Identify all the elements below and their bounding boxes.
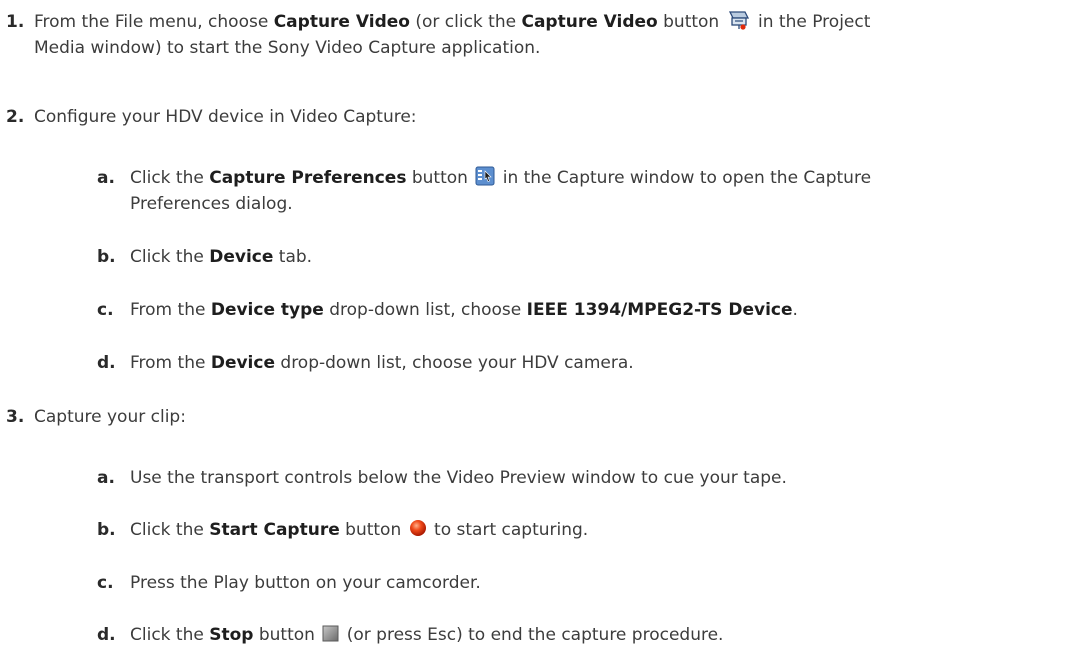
capture-video-icon [728, 11, 749, 30]
text-run: button [339, 520, 407, 540]
text-run: button [406, 168, 474, 188]
text-run: Click the [130, 247, 210, 267]
text-run: in the Capture window to open the Captur… [497, 168, 872, 188]
ui-term-device-option: IEEE 1394/MPEG2-TS Device [526, 300, 793, 320]
text-run: in the Project [752, 12, 871, 32]
substep-letter: a. [97, 168, 115, 188]
ui-term-device-type: Device type [210, 300, 324, 320]
substep-text: Press the Play button on your camcorder. [130, 573, 481, 593]
text-run: drop-down list, choose your HDV camera. [275, 353, 634, 373]
text-run: (or press Esc) to end the capture proced… [341, 625, 724, 645]
step-number: 1. [6, 12, 25, 32]
capture-preferences-icon [475, 166, 495, 186]
substep-text: Use the transport controls below the Vid… [130, 468, 787, 488]
step-text: Configure your HDV device in Video Captu… [34, 107, 417, 127]
text-run: (or click the [409, 12, 522, 32]
substep-letter: c. [97, 300, 114, 320]
ui-term-device: Device [210, 353, 275, 373]
substep-text: Click the Capture Preferences button in … [130, 165, 1060, 217]
text-run: Click the [130, 168, 210, 188]
text-run: From the [130, 300, 211, 320]
step-text: From the File menu, choose Capture Video… [34, 9, 1074, 61]
substep-letter: c. [97, 573, 114, 593]
substep-letter: a. [97, 468, 115, 488]
substep-letter: d. [97, 353, 116, 373]
substep-letter: b. [97, 520, 116, 540]
text-run: From the File menu, choose [34, 12, 274, 32]
text-run: Click the [130, 625, 210, 645]
substep-text: Click the Device tab. [130, 244, 1060, 270]
text-run: Preferences dialog. [130, 194, 293, 214]
ui-term-capture-preferences: Capture Preferences [209, 168, 407, 188]
ui-term-device: Device [209, 247, 274, 267]
text-run: Click the [130, 520, 210, 540]
substep-text: From the Device type drop-down list, cho… [130, 297, 1060, 323]
substep-letter: b. [97, 247, 116, 267]
step-text: Capture your clip: [34, 407, 186, 427]
text-run: From the [130, 353, 211, 373]
text-run: to start capturing. [428, 520, 589, 540]
text-run: button [253, 625, 321, 645]
text-run: tab. [273, 247, 313, 267]
stop-icon [322, 625, 339, 641]
ui-term-stop: Stop [209, 625, 254, 645]
text-run: Media window) to start the Sony Video Ca… [34, 38, 541, 58]
text-run: . [792, 300, 798, 320]
ui-term-capture-video: Capture Video [273, 12, 410, 32]
substep-letter: d. [97, 625, 116, 645]
ui-term-start-capture: Start Capture [209, 520, 340, 540]
step-number: 3. [6, 407, 25, 427]
record-icon [409, 520, 426, 536]
text-run: drop-down list, choose [323, 300, 527, 320]
substep-text: From the Device drop-down list, choose y… [130, 350, 1060, 376]
text-run: button [657, 12, 725, 32]
substep-text: Click the Stop button (or press Esc) to … [130, 622, 1060, 648]
substep-text: Click the Start Capture button to start … [130, 517, 1060, 543]
step-number: 2. [6, 107, 25, 127]
ui-term-capture-video: Capture Video [521, 12, 658, 32]
